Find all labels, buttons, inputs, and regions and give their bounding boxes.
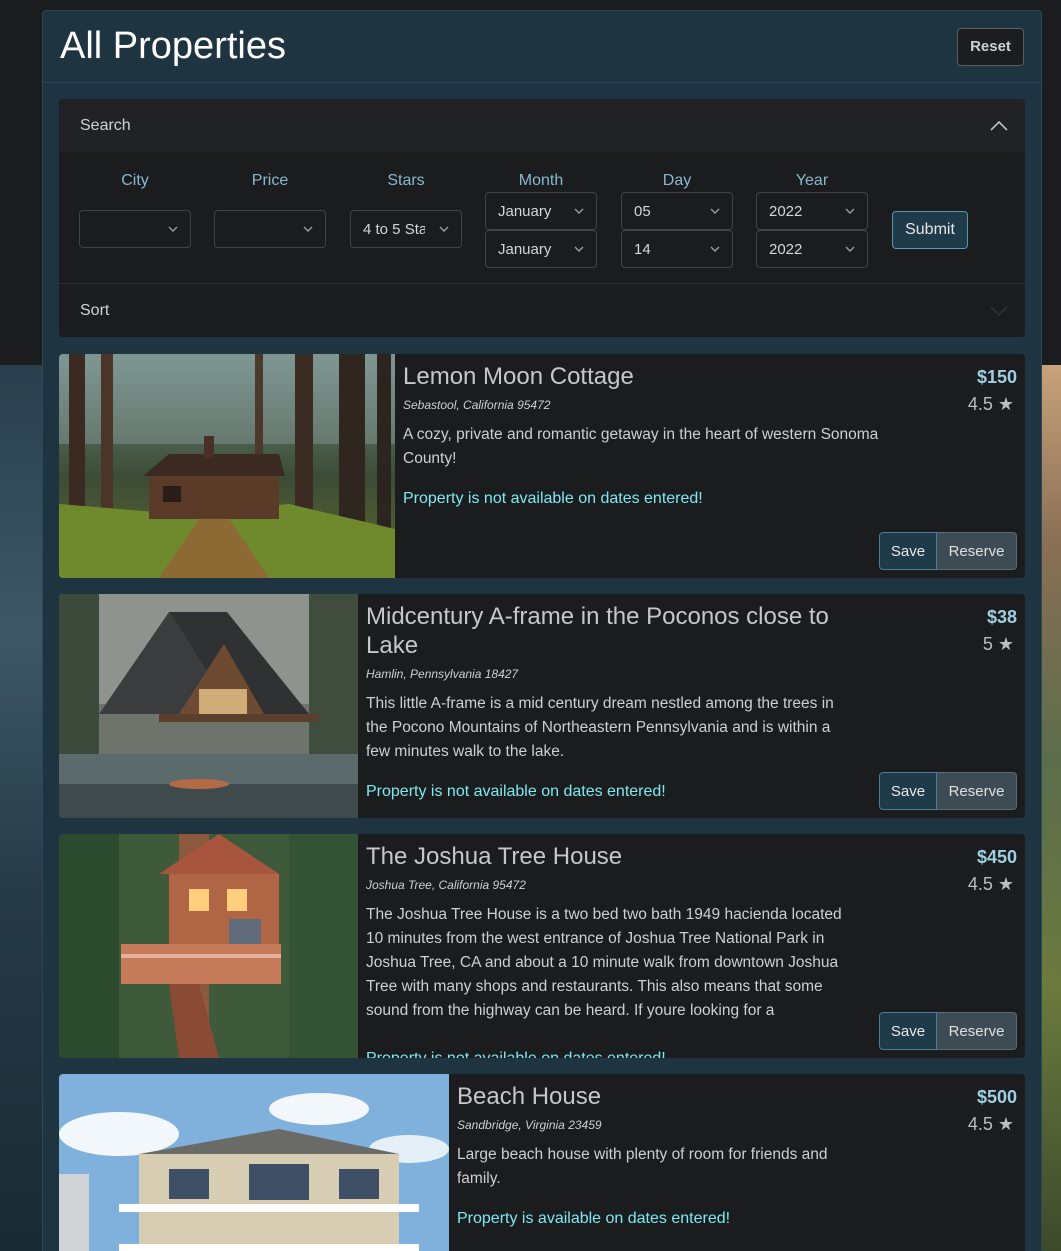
sort-accordion-header[interactable]: Sort [59, 284, 1025, 337]
stars-label: Stars [387, 172, 425, 189]
stars-select[interactable]: 4 to 5 Stars [350, 210, 462, 248]
property-name: Lemon Moon Cottage [403, 363, 634, 390]
chevron-down-icon [303, 226, 313, 232]
reserve-button[interactable]: Reserve [937, 772, 1017, 810]
search-filters: City Price Stars 4 to 5 Stars Month Janu… [59, 152, 1025, 284]
property-image [59, 834, 358, 1058]
month-start-select[interactable]: January [485, 192, 597, 230]
chevron-down-icon [990, 304, 1008, 318]
property-rating: 4.5 ★ [967, 394, 1014, 414]
property-name: The Joshua Tree House [366, 843, 623, 870]
property-body: Midcentury A-frame in the Poconos close … [358, 594, 1025, 818]
property-description: The Joshua Tree House is a two bed two b… [366, 906, 842, 1019]
year-start-select[interactable]: 2022 [756, 192, 868, 230]
page-title: All Properties [60, 25, 286, 67]
property-body: Lemon Moon Cottage Sebastool, California… [395, 354, 1025, 578]
search-header-label: Search [80, 116, 131, 134]
chevron-down-icon [439, 226, 449, 232]
city-label: City [121, 172, 149, 189]
availability-status: Property is not available on dates enter… [366, 783, 666, 800]
property-card: Lemon Moon Cottage Sebastool, California… [59, 354, 1025, 578]
property-card: Beach House Sandbridge, Virginia 23459 L… [59, 1074, 1025, 1251]
chevron-down-icon [710, 246, 720, 252]
property-location: Sandbridge, Virginia 23459 [457, 1118, 602, 1132]
month-label: Month [518, 172, 564, 189]
availability-status: Property is available on dates entered! [457, 1210, 731, 1227]
submit-button[interactable]: Submit [892, 211, 968, 249]
year-label: Year [795, 172, 829, 189]
chevron-down-icon [845, 246, 855, 252]
property-image [59, 1074, 449, 1251]
card-actions: Save Reserve [879, 772, 1017, 810]
sort-header-label: Sort [80, 301, 110, 319]
year-end-select[interactable]: 2022 [756, 230, 868, 268]
property-body: Beach House Sandbridge, Virginia 23459 L… [449, 1074, 1025, 1251]
save-button[interactable]: Save [879, 772, 937, 810]
property-price: $38 [986, 607, 1017, 627]
property-image [59, 594, 358, 818]
property-card: Midcentury A-frame in the Poconos close … [59, 594, 1025, 818]
property-price: $500 [976, 1087, 1017, 1107]
property-name: Beach House [457, 1083, 602, 1110]
card-actions: Save Reserve [879, 532, 1017, 570]
property-description: A cozy, private and romantic getaway in … [403, 426, 879, 467]
save-button[interactable]: Save [879, 1012, 937, 1050]
properties-panel: All Properties Reset Search City Price S… [42, 10, 1042, 1251]
search-accordion-header[interactable]: Search [59, 99, 1025, 152]
property-body: The Joshua Tree House Joshua Tree, Calif… [358, 834, 1025, 1058]
reserve-button[interactable]: Reserve [937, 1012, 1017, 1050]
availability-status: Property is not available on dates enter… [403, 490, 703, 507]
day-start-select[interactable]: 05 [621, 192, 733, 230]
month-end-select[interactable]: January [485, 230, 597, 268]
property-name: Midcentury A-frame in the Poconos close … [366, 603, 829, 659]
reset-button[interactable]: Reset [957, 27, 1024, 66]
card-actions: Save Reserve [879, 1012, 1017, 1050]
property-location: Hamlin, Pennsylvania 18427 [366, 667, 519, 681]
property-rating: 4.5 ★ [967, 1114, 1014, 1134]
day-label: Day [662, 172, 692, 189]
availability-status: Property is not available on dates enter… [366, 1050, 666, 1058]
property-description: Large beach house with plenty of room fo… [457, 1146, 828, 1187]
day-end-select[interactable]: 14 [621, 230, 733, 268]
property-price: $150 [976, 367, 1017, 387]
chevron-down-icon [845, 208, 855, 214]
property-rating: 4.5 ★ [967, 874, 1014, 894]
price-label: Price [251, 172, 289, 189]
property-location: Joshua Tree, California 95472 [366, 878, 526, 892]
chevron-down-icon [574, 208, 584, 214]
property-location: Sebastool, California 95472 [403, 398, 551, 412]
property-image [59, 354, 395, 578]
chevron-down-icon [168, 226, 178, 232]
property-description: This little A-frame is a mid century dre… [366, 695, 834, 760]
property-price: $450 [976, 847, 1017, 867]
property-rating: 5 ★ [982, 634, 1014, 654]
chevron-up-icon [990, 119, 1008, 133]
price-select[interactable] [214, 210, 326, 248]
property-card: The Joshua Tree House Joshua Tree, Calif… [59, 834, 1025, 1058]
panel-header: All Properties Reset [43, 11, 1041, 83]
chevron-down-icon [574, 246, 584, 252]
save-button[interactable]: Save [879, 532, 937, 570]
search-sort-accordion: Search City Price Stars 4 to 5 Stars [59, 99, 1025, 337]
chevron-down-icon [710, 208, 720, 214]
reserve-button[interactable]: Reserve [937, 532, 1017, 570]
city-select[interactable] [79, 210, 191, 248]
